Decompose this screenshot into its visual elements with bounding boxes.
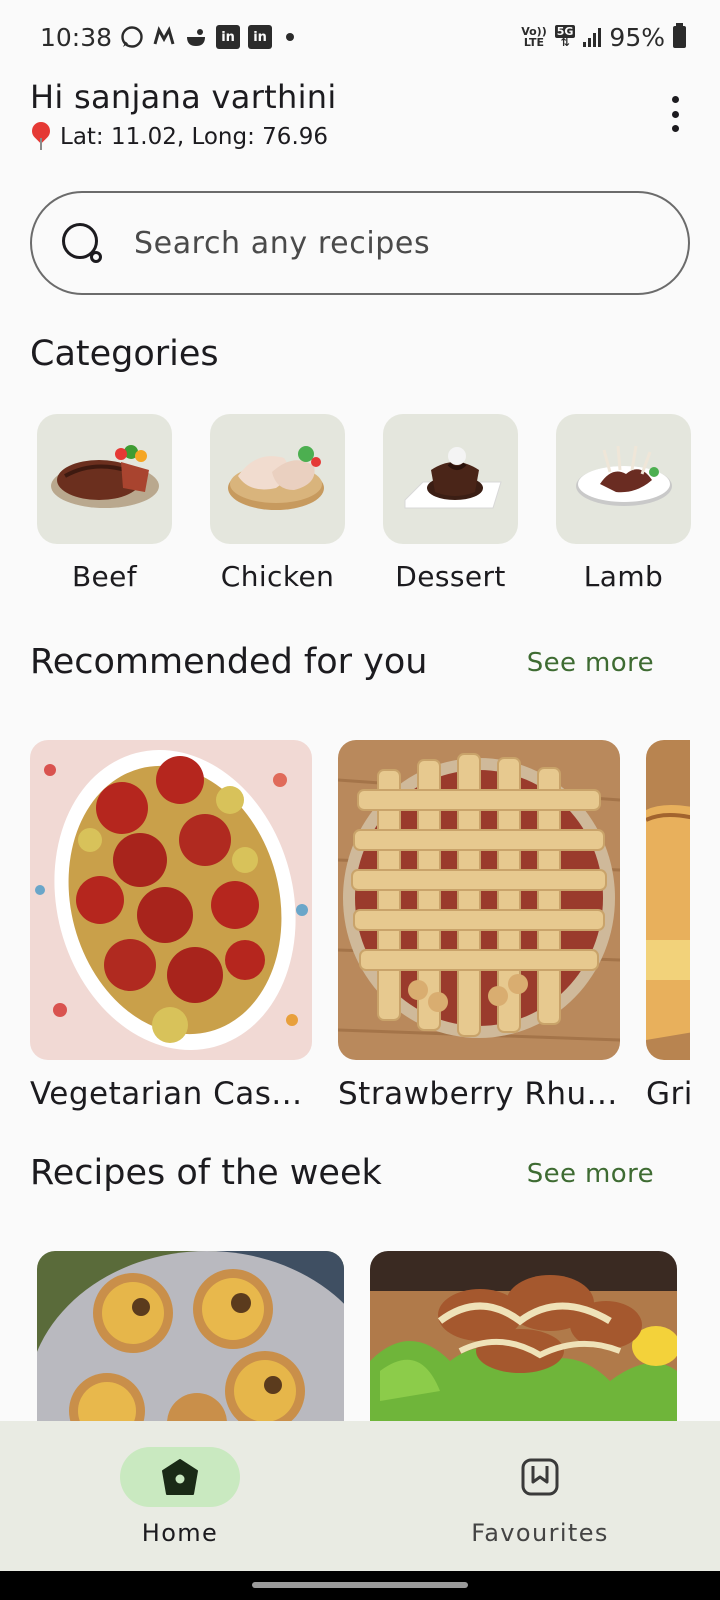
network-5g-icon: 5G ⇅ xyxy=(554,25,576,49)
recipe-image xyxy=(30,740,312,1060)
recipe-image xyxy=(370,1251,677,1421)
categories-list: Beef Chicken Dessert Lamb xyxy=(37,414,691,594)
greeting-text: Hi sanjana varthini xyxy=(30,78,337,116)
recommended-title: Recommended for you xyxy=(30,642,428,682)
myntra-icon xyxy=(152,25,176,49)
nav-active-indicator xyxy=(120,1447,240,1507)
category-tile xyxy=(383,414,518,544)
recipe-card[interactable]: Strawberry Rhu... xyxy=(338,740,620,1112)
category-dessert[interactable]: Dessert xyxy=(383,414,518,594)
overflow-menu-button[interactable] xyxy=(660,94,690,134)
week-recipe-card[interactable] xyxy=(370,1251,677,1421)
system-gesture-area xyxy=(0,1571,720,1600)
nav-pill xyxy=(480,1447,600,1507)
menu-dot xyxy=(671,96,679,103)
nav-item-favourites[interactable]: Favourites xyxy=(360,1421,720,1571)
week-title: Recipes of the week xyxy=(30,1153,382,1193)
dessert-image xyxy=(404,447,502,509)
recipe-title: Vegetarian Cas... xyxy=(30,1076,303,1112)
location-pin-icon xyxy=(30,122,52,152)
category-label: Dessert xyxy=(395,560,506,593)
signal-icon xyxy=(583,27,602,47)
menu-dot xyxy=(671,110,679,118)
recipe-image xyxy=(646,740,690,1060)
lamb-image xyxy=(576,445,672,506)
search-input[interactable] xyxy=(134,225,654,261)
home-icon xyxy=(162,1459,198,1495)
category-chicken[interactable]: Chicken xyxy=(210,414,345,594)
week-see-more-link[interactable]: See more xyxy=(527,1159,654,1189)
recipe-image xyxy=(37,1251,344,1421)
status-right: Vo)) LTE 5G ⇅ 95% xyxy=(521,23,686,52)
recipe-title: Strawberry Rhu... xyxy=(338,1076,618,1112)
category-lamb[interactable]: Lamb xyxy=(556,414,691,594)
linkedin-icon: in xyxy=(248,25,273,49)
bookmark-icon xyxy=(521,1458,559,1496)
nav-label-favourites: Favourites xyxy=(471,1519,609,1547)
recipe-title: Gri xyxy=(646,1076,690,1112)
category-tile xyxy=(37,414,172,544)
category-tile xyxy=(210,414,345,544)
recommended-see-more-link[interactable]: See more xyxy=(527,648,654,678)
bottom-navigation: Home Favourites xyxy=(0,1421,720,1571)
recipe-card[interactable]: Vegetarian Cas... xyxy=(30,740,312,1112)
recommended-carousel[interactable]: Vegetarian Cas... Strawberry Rhu... Gri xyxy=(30,740,690,1120)
status-left: 10:38 in in xyxy=(40,22,295,52)
nav-label-home: Home xyxy=(141,1519,219,1547)
search-bar[interactable] xyxy=(30,191,690,295)
week-recipe-card[interactable] xyxy=(37,1251,344,1421)
recipe-image xyxy=(338,740,620,1060)
more-notifications-dot xyxy=(286,33,295,41)
week-recipes-list xyxy=(37,1251,683,1421)
volte-icon: Vo)) LTE xyxy=(521,25,547,49)
whatsapp-icon xyxy=(120,25,144,49)
chicken-image xyxy=(228,446,324,510)
gesture-handle[interactable] xyxy=(252,1582,468,1588)
status-bar: 10:38 in in Vo)) LTE 5G ⇅ 95% xyxy=(0,0,720,74)
location-text: Lat: 11.02, Long: 76.96 xyxy=(60,124,329,150)
categories-title: Categories xyxy=(30,334,219,374)
category-label: Lamb xyxy=(583,560,664,593)
menu-dot xyxy=(671,125,679,132)
battery-icon xyxy=(673,23,686,48)
header: Hi sanjana varthini Lat: 11.02, Long: 76… xyxy=(30,78,690,158)
cloud-app-icon xyxy=(184,25,208,49)
category-tile xyxy=(556,414,691,544)
nav-item-home[interactable]: Home xyxy=(0,1421,360,1571)
search-icon xyxy=(62,223,102,263)
linkedin-icon: in xyxy=(216,25,241,49)
beef-image xyxy=(51,445,159,508)
battery-percent: 95% xyxy=(609,22,665,52)
status-time: 10:38 xyxy=(40,22,113,52)
location-row: Lat: 11.02, Long: 76.96 xyxy=(30,122,690,152)
category-label: Chicken xyxy=(220,560,335,593)
category-beef[interactable]: Beef xyxy=(37,414,172,594)
category-label: Beef xyxy=(71,560,138,593)
recipe-card[interactable]: Gri xyxy=(646,740,690,1112)
